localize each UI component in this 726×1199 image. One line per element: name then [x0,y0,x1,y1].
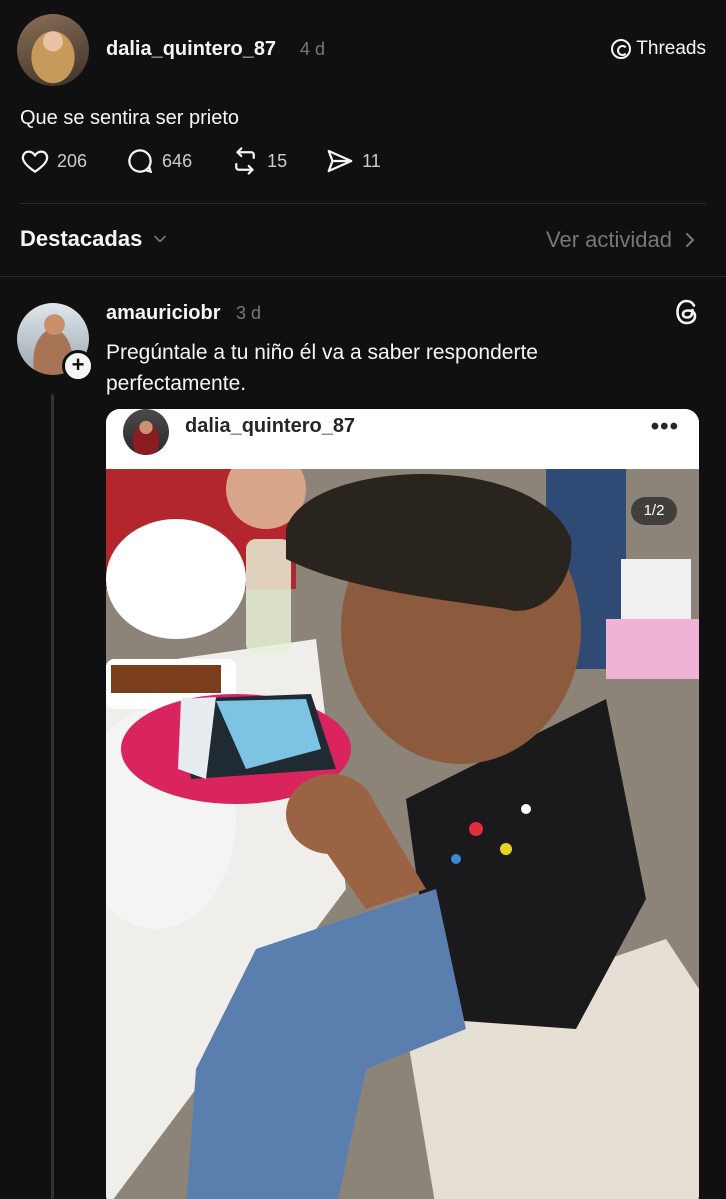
more-options-icon[interactable]: ••• [651,413,679,441]
post-time: 4 d [300,39,326,59]
divider [20,203,706,204]
author-avatar[interactable] [17,14,89,86]
reply-text: Pregúntale a tu niño él va a saber respo… [106,341,538,395]
photo-illustration [106,469,699,1199]
thread-line [51,394,54,1199]
chevron-right-icon [686,233,695,247]
comment-button[interactable]: 646 [125,146,192,176]
send-icon [327,149,353,173]
section-divider [0,276,726,277]
view-activity-link[interactable]: Ver actividad [546,227,698,253]
post-text: Que se sentira ser prieto [20,107,239,129]
repost-icon [235,147,255,175]
heart-icon [21,150,49,173]
repost-count: 15 [267,150,288,171]
embed-username[interactable]: dalia_quintero_87 [185,415,355,438]
threads-badge-label: Threads [636,38,706,59]
embedded-post[interactable]: dalia_quintero_87 ••• 1/2 [106,409,699,1199]
embed-photo[interactable]: 1/2 [106,469,699,1199]
follow-plus-icon[interactable]: + [62,350,94,382]
threads-badge[interactable]: Threads [611,38,706,60]
share-count: 11 [362,150,381,171]
view-activity-label: Ver actividad [546,227,672,252]
threads-logo-icon [611,39,632,59]
sort-label: Destacadas [20,226,143,251]
like-button[interactable]: 206 [20,146,87,176]
reply-username[interactable]: amauriciobr [106,302,220,325]
chevron-down-icon [154,235,167,243]
like-count: 206 [57,150,88,171]
embed-header: dalia_quintero_87 ••• [106,409,699,469]
author-username[interactable]: dalia_quintero_87 [106,38,276,61]
post-actions: 206 646 15 11 [20,146,419,176]
share-button[interactable]: 11 [325,146,381,176]
reply-time: 3 d [236,303,262,323]
comment-icon [128,149,153,174]
repost-button[interactable]: 15 [230,146,287,176]
image-counter: 1/2 [631,497,677,525]
sort-dropdown[interactable]: Destacadas [20,226,170,252]
threads-icon[interactable] [674,298,700,326]
comment-count: 646 [162,150,193,171]
embed-avatar[interactable] [123,409,169,455]
